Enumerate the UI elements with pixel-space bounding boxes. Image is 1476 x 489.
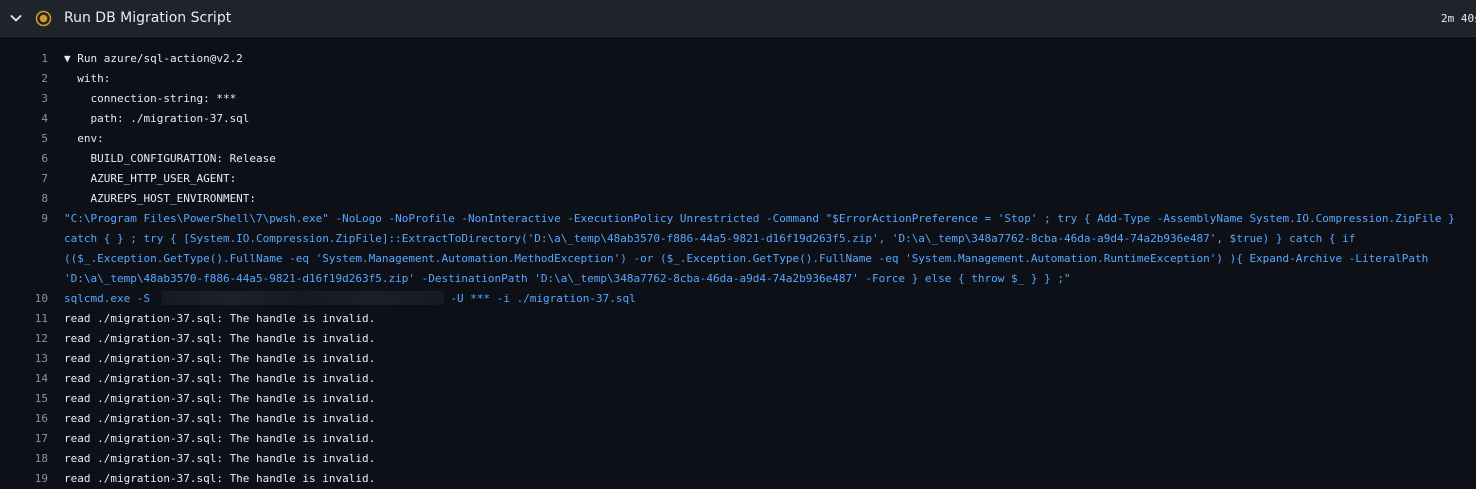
line-number[interactable]: 18 <box>0 449 48 469</box>
command-suffix: -U *** -i ./migration-37.sql <box>443 292 636 305</box>
log-line: 7 AZURE_HTTP_USER_AGENT: <box>0 169 1476 189</box>
log-line: 15 read ./migration-37.sql: The handle is… <box>0 389 1476 409</box>
log-line: 9 "C:\Program Files\PowerShell\7\pwsh.exe… <box>0 209 1476 229</box>
log-line-text: BUILD_CONFIGURATION: Release <box>64 152 276 165</box>
redacted-server-name <box>161 291 444 305</box>
log-line-text: read ./migration-37.sql: The handle is i… <box>64 312 376 325</box>
log-line: 13 read ./migration-37.sql: The handle is… <box>0 349 1476 369</box>
line-number[interactable]: 13 <box>0 349 48 369</box>
log-line: 3 connection-string: *** <box>0 89 1476 109</box>
log-line-text: ▼ Run azure/sql-action@v2.2 <box>64 52 243 65</box>
log-line-text: read ./migration-37.sql: The handle is i… <box>64 432 376 445</box>
log-line: catch { } ; try { [System.IO.Compression… <box>0 229 1476 249</box>
log-line-text: read ./migration-37.sql: The handle is i… <box>64 352 376 365</box>
line-number[interactable]: 14 <box>0 369 48 389</box>
line-number[interactable]: 3 <box>0 89 48 109</box>
log-line: 6 BUILD_CONFIGURATION: Release <box>0 149 1476 169</box>
log-line: (($_.Exception.GetType().FullName -eq 'S… <box>0 249 1476 269</box>
log-line: 10 sqlcmd.exe -S -U *** -i ./migration-37… <box>0 289 1476 309</box>
line-number[interactable]: 9 <box>0 209 48 229</box>
log-line: 14 read ./migration-37.sql: The handle is… <box>0 369 1476 389</box>
log-line: 12 read ./migration-37.sql: The handle is… <box>0 329 1476 349</box>
log-line: 16 read ./migration-37.sql: The handle is… <box>0 409 1476 429</box>
line-number[interactable]: 6 <box>0 149 48 169</box>
step-title: Run DB Migration Script <box>64 10 232 26</box>
command-prefix: sqlcmd.exe -S <box>64 292 157 305</box>
log-line: 8 AZUREPS_HOST_ENVIRONMENT: <box>0 189 1476 209</box>
log-output: 1 ▼ Run azure/sql-action@v2.2 2 with: 3 con… <box>0 49 1476 489</box>
log-line: 'D:\a\_temp\48ab3570-f886-44a5-9821-d16f… <box>0 269 1476 289</box>
log-line-text: env: <box>64 132 104 145</box>
chevron-down-icon[interactable] <box>8 10 24 26</box>
step-duration: 2m 40s <box>1441 12 1476 25</box>
log-line-text: read ./migration-37.sql: The handle is i… <box>64 392 376 405</box>
line-number[interactable]: 10 <box>0 289 48 309</box>
log-line-text: read ./migration-37.sql: The handle is i… <box>64 332 376 345</box>
log-line-text: read ./migration-37.sql: The handle is i… <box>64 452 376 465</box>
log-line-text: (($_.Exception.GetType().FullName -eq 'S… <box>64 252 1429 265</box>
log-line-text: read ./migration-37.sql: The handle is i… <box>64 412 376 425</box>
log-line-text: sqlcmd.exe -S -U *** -i ./migration-37.s… <box>64 289 636 309</box>
line-number[interactable]: 5 <box>0 129 48 149</box>
log-line-text: catch { } ; try { [System.IO.Compression… <box>64 232 1356 245</box>
log-line-text: with: <box>64 72 111 85</box>
log-line: 19 read ./migration-37.sql: The handle is… <box>0 469 1476 489</box>
line-number[interactable]: 4 <box>0 109 48 129</box>
log-line: 18 read ./migration-37.sql: The handle is… <box>0 449 1476 469</box>
line-number[interactable]: 11 <box>0 309 48 329</box>
line-number[interactable]: 19 <box>0 469 48 489</box>
line-number[interactable]: 12 <box>0 329 48 349</box>
in-progress-status-icon <box>35 10 52 27</box>
line-number[interactable]: 16 <box>0 409 48 429</box>
log-line-text: read ./migration-37.sql: The handle is i… <box>64 472 376 485</box>
log-line: 4 path: ./migration-37.sql <box>0 109 1476 129</box>
log-line-text: connection-string: *** <box>64 92 237 105</box>
log-line: 2 with: <box>0 69 1476 89</box>
log-line-text: path: ./migration-37.sql <box>64 112 250 125</box>
log-line: 5 env: <box>0 129 1476 149</box>
line-number[interactable]: 8 <box>0 189 48 209</box>
line-number[interactable]: 15 <box>0 389 48 409</box>
line-number[interactable]: 7 <box>0 169 48 189</box>
log-line-text: AZUREPS_HOST_ENVIRONMENT: <box>64 192 257 205</box>
log-line: 1 ▼ Run azure/sql-action@v2.2 <box>0 49 1476 69</box>
log-line-text: read ./migration-37.sql: The handle is i… <box>64 372 376 385</box>
log-line: 11 read ./migration-37.sql: The handle is… <box>0 309 1476 329</box>
line-number[interactable]: 1 <box>0 49 48 69</box>
log-line: 17 read ./migration-37.sql: The handle is… <box>0 429 1476 449</box>
step-header[interactable]: Run DB Migration Script 2m 40s <box>0 0 1476 37</box>
line-number[interactable]: 17 <box>0 429 48 449</box>
log-line-text: 'D:\a\_temp\48ab3570-f886-44a5-9821-d16f… <box>64 272 1071 285</box>
log-line-text: AZURE_HTTP_USER_AGENT: <box>64 172 237 185</box>
log-line-text: "C:\Program Files\PowerShell\7\pwsh.exe"… <box>64 212 1455 225</box>
line-number[interactable]: 2 <box>0 69 48 89</box>
